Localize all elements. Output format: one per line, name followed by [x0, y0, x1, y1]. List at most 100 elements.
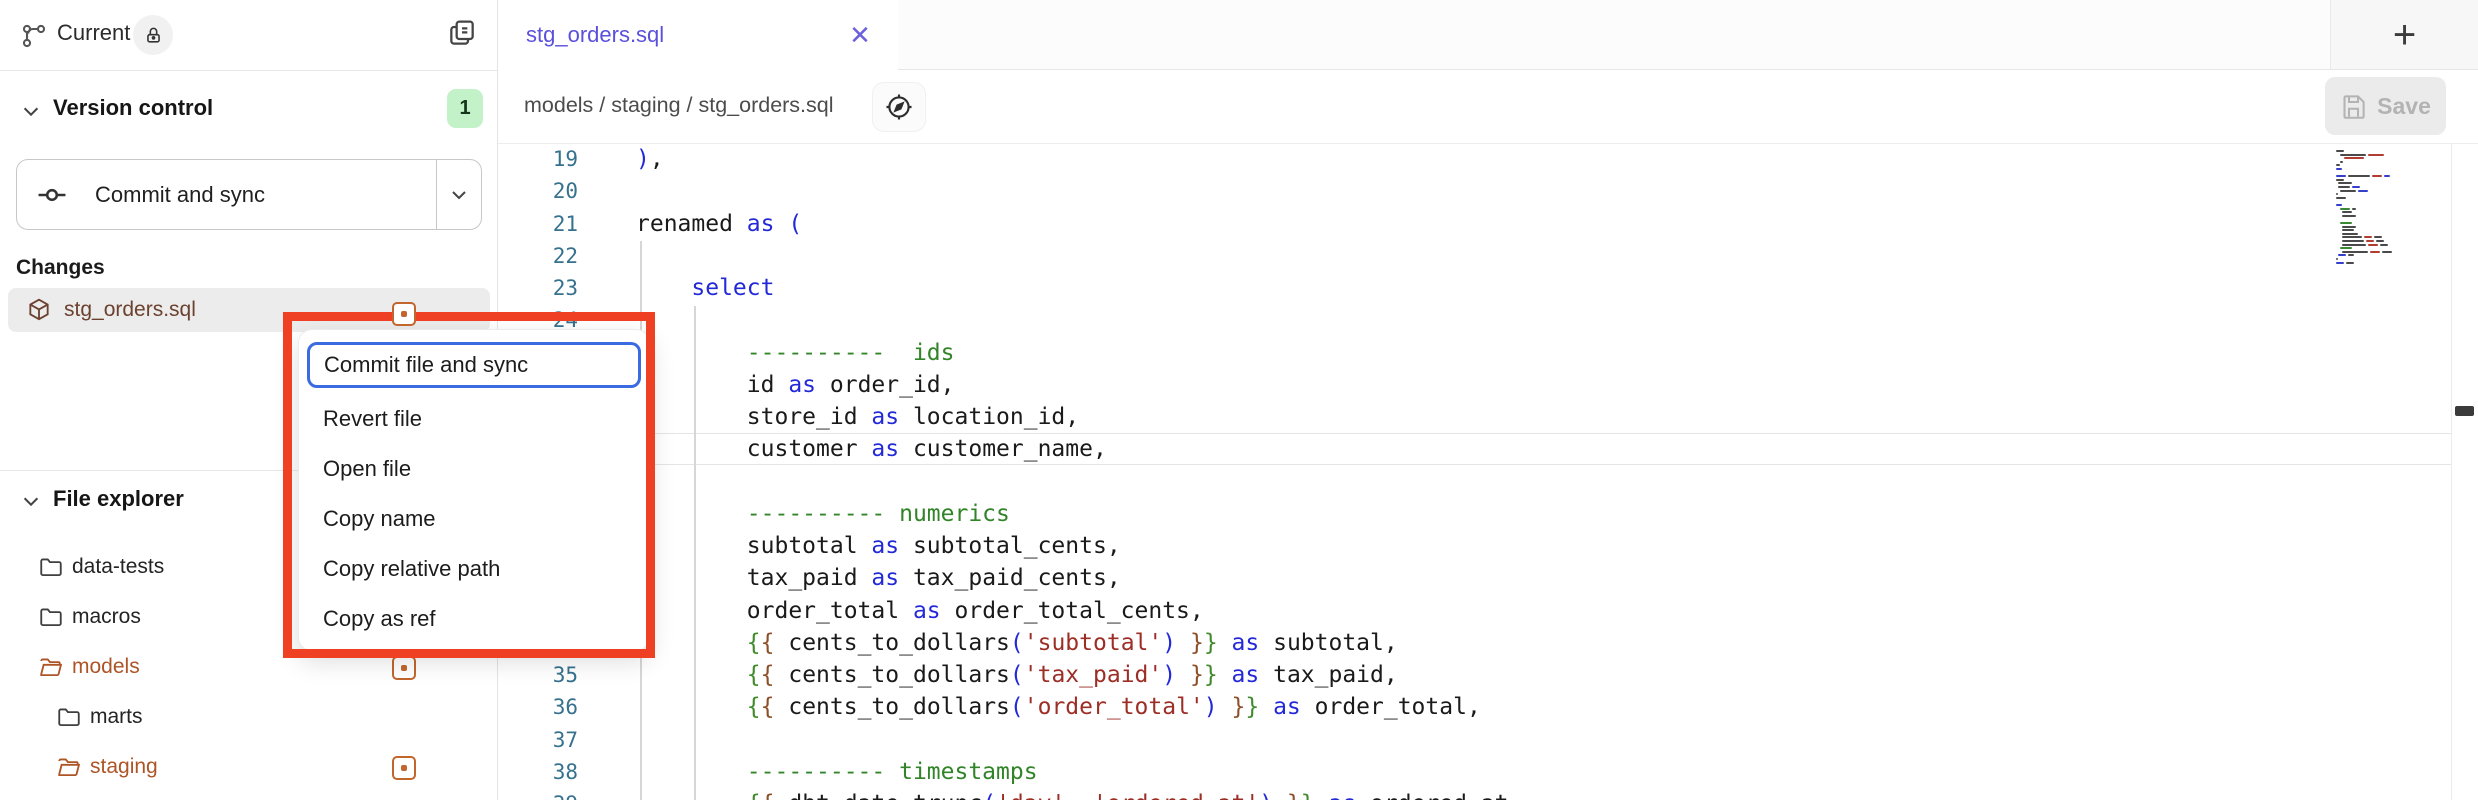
- minimap-line: [2358, 190, 2368, 192]
- tab-stg-orders[interactable]: stg_orders.sql: [498, 0, 899, 70]
- minimap-line: [2352, 186, 2360, 188]
- minimap-line: [2336, 168, 2342, 170]
- minimap-line: [2338, 182, 2352, 184]
- changes-count-badge: 1: [447, 89, 483, 128]
- minimap-line: [2340, 208, 2350, 210]
- minimap-line: [2342, 236, 2362, 238]
- code-line-21: renamed as (: [636, 208, 802, 240]
- minimap-line: [2376, 240, 2384, 242]
- minimap-line: [2336, 197, 2346, 199]
- minimap-line: [2366, 240, 2374, 242]
- code-line-36: {{ cents_to_dollars('order_total') }} as…: [636, 691, 1481, 723]
- git-branch-icon: [20, 22, 48, 50]
- tree-item-staging[interactable]: staging: [0, 742, 497, 792]
- code-line-27: store_id as location_id,: [636, 401, 1079, 433]
- minimap[interactable]: [2336, 150, 2410, 272]
- minimap-line: [2368, 244, 2378, 246]
- minimap-line: [2342, 251, 2368, 253]
- minimap-line: [2374, 236, 2382, 238]
- folder-icon: [38, 604, 64, 630]
- commit-and-sync-button[interactable]: Commit and sync: [16, 159, 482, 230]
- minimap-line: [2336, 175, 2346, 177]
- lock-icon: [144, 26, 163, 45]
- code-line-38: ---------- timestamps: [636, 756, 1038, 788]
- code-line-33: order_total as order_total_cents,: [636, 595, 1204, 627]
- modified-indicator-icon: [392, 756, 416, 780]
- code-line-23: select: [636, 272, 774, 304]
- tree-item-label: data-tests: [72, 555, 164, 579]
- minimap-line: [2336, 193, 2338, 195]
- file-explorer-title[interactable]: File explorer: [53, 486, 184, 512]
- minimap-line: [2342, 226, 2356, 228]
- minimap-line: [2342, 211, 2352, 213]
- minimap-line: [2368, 154, 2384, 156]
- code-line-28: customer as customer_name,: [636, 433, 1107, 465]
- code-line-35: {{ cents_to_dollars('tax_paid') }} as ta…: [636, 659, 1398, 691]
- save-label: Save: [2377, 93, 2431, 120]
- code-line-26: id as order_id,: [636, 369, 955, 401]
- version-control-title[interactable]: Version control: [53, 95, 213, 121]
- save-button[interactable]: Save: [2325, 77, 2446, 135]
- scrollbar-thumb[interactable]: [2455, 406, 2474, 416]
- save-floppy-icon: [2340, 93, 2367, 120]
- code-line-31: subtotal as subtotal_cents,: [636, 530, 1121, 562]
- chevron-down-icon[interactable]: [20, 100, 42, 122]
- minimap-line: [2380, 244, 2388, 246]
- minimap-line: [2342, 229, 2354, 231]
- minimap-line: [2336, 150, 2344, 152]
- minimap-line: [2336, 258, 2338, 260]
- code-editor[interactable]: 1920212223242526272829303132333435363738…: [498, 144, 2478, 800]
- compass-icon: [883, 91, 915, 123]
- line-number: 21: [498, 208, 578, 240]
- minimap-line: [2336, 164, 2340, 166]
- lineage-chip[interactable]: [872, 82, 926, 132]
- minimap-line: [2344, 157, 2364, 159]
- minimap-line: [2342, 240, 2364, 242]
- line-number: 36: [498, 691, 578, 723]
- tree-item-label: staging: [90, 755, 158, 779]
- minimap-line: [2340, 154, 2366, 156]
- minimap-line: [2338, 186, 2350, 188]
- folder-icon: [56, 704, 82, 730]
- git-commit-icon: [35, 178, 69, 212]
- annotation-highlight-rectangle: [283, 312, 655, 658]
- code-line-30: ---------- numerics: [636, 498, 1010, 530]
- minimap-line: [2348, 175, 2370, 177]
- minimap-line: [2348, 254, 2354, 256]
- divider: [436, 160, 438, 229]
- app-window: Current Version control 1: [0, 0, 2478, 800]
- line-number: 22: [498, 240, 578, 272]
- chevron-down-icon[interactable]: [20, 490, 42, 512]
- divider: [0, 70, 497, 71]
- minimap-line: [2370, 251, 2380, 253]
- copy-branch-icon[interactable]: [446, 17, 478, 49]
- line-number: 35: [498, 659, 578, 691]
- minimap-line: [2372, 175, 2382, 177]
- minimap-line: [2336, 262, 2344, 264]
- tree-item-marts[interactable]: marts: [0, 692, 497, 742]
- editor-header: models / staging / stg_orders.sql Save: [498, 70, 2478, 144]
- tree-item-label: macros: [72, 605, 141, 629]
- minimap-line: [2340, 247, 2352, 249]
- folder-icon: [38, 554, 64, 580]
- folder-open-icon: [38, 654, 64, 680]
- commit-options-chevron-icon[interactable]: [447, 183, 471, 207]
- tree-item-label: models: [72, 655, 140, 679]
- minimap-line: [2340, 190, 2356, 192]
- line-number: 39: [498, 788, 578, 800]
- folder-open-icon: [56, 754, 82, 780]
- minimap-line: [2384, 175, 2390, 177]
- tree-item-label: marts: [90, 705, 143, 729]
- minimap-line: [2336, 204, 2342, 206]
- close-tab-icon[interactable]: ✕: [842, 17, 878, 53]
- branch-name[interactable]: Current: [57, 20, 130, 46]
- new-tab-plus-icon[interactable]: +: [2393, 15, 2416, 55]
- minimap-line: [2346, 262, 2354, 264]
- tab-bar: [898, 0, 2330, 70]
- minimap-line: [2338, 254, 2346, 256]
- minimap-line: [2342, 233, 2358, 235]
- minimap-line: [2340, 222, 2352, 224]
- code-line-34: {{ cents_to_dollars('subtotal') }} as su…: [636, 627, 1398, 659]
- minimap-line: [2336, 179, 2344, 181]
- code-line-25: ---------- ids: [636, 337, 955, 369]
